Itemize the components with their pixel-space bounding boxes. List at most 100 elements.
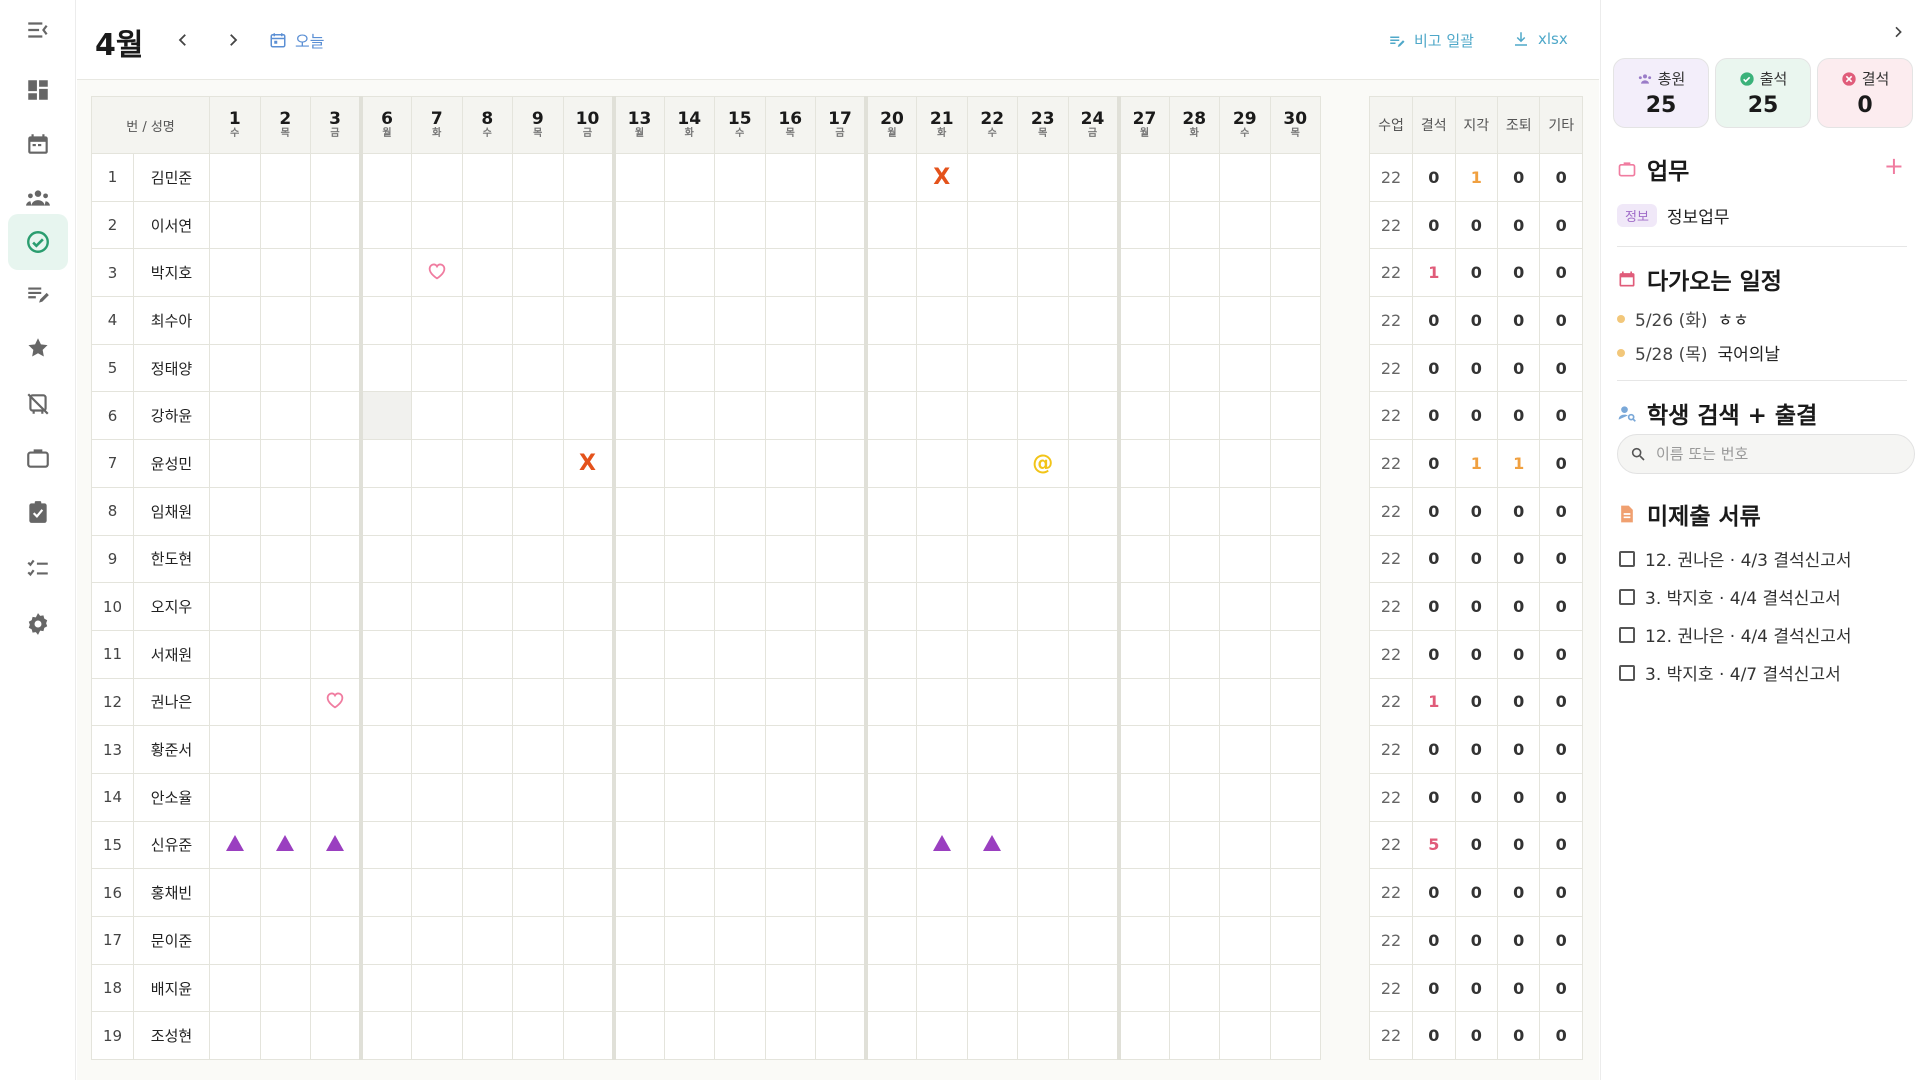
menu-collapse-button[interactable] xyxy=(8,2,68,58)
attendance-cell[interactable] xyxy=(1116,582,1170,631)
student-name[interactable]: 정태양 xyxy=(133,343,210,393)
attendance-cell[interactable] xyxy=(1116,343,1170,393)
attendance-cell[interactable] xyxy=(714,582,766,631)
attendance-cell[interactable] xyxy=(966,677,1018,727)
student-name[interactable]: 서재원 xyxy=(133,629,210,679)
attendance-cell[interactable] xyxy=(310,343,362,393)
attendance-cell[interactable] xyxy=(209,772,261,822)
day-header-23[interactable]: 23 목 xyxy=(1017,96,1069,154)
attendance-cell[interactable] xyxy=(1168,439,1220,488)
summary-card[interactable]: 총원 25 xyxy=(1613,58,1709,128)
attendance-cell[interactable] xyxy=(310,772,362,822)
attendance-cell[interactable] xyxy=(966,534,1018,584)
attendance-cell[interactable] xyxy=(1017,868,1069,917)
day-header-27[interactable]: 27 월 xyxy=(1116,96,1170,154)
attendance-cell[interactable] xyxy=(259,534,311,584)
attendance-cell[interactable] xyxy=(864,963,917,1013)
attendance-cell[interactable] xyxy=(864,296,917,345)
attendance-cell[interactable] xyxy=(359,296,412,345)
attendance-cell[interactable] xyxy=(259,820,311,870)
attendance-cell[interactable] xyxy=(310,153,362,202)
attendance-cell[interactable] xyxy=(916,629,968,679)
attendance-cell[interactable] xyxy=(562,296,614,345)
day-header-16[interactable]: 16 목 xyxy=(764,96,816,154)
attendance-cell[interactable] xyxy=(916,582,968,631)
attendance-cell[interactable] xyxy=(1017,820,1069,870)
attendance-cell[interactable] xyxy=(1269,1011,1321,1061)
attendance-cell[interactable] xyxy=(916,248,968,298)
attendance-cell[interactable] xyxy=(461,343,513,393)
attendance-cell[interactable] xyxy=(864,343,917,393)
day-header-15[interactable]: 15 수 xyxy=(714,96,766,154)
attendance-cell[interactable] xyxy=(259,296,311,345)
attendance-cell[interactable] xyxy=(562,916,614,965)
add-task-button[interactable]: + xyxy=(1884,152,1904,180)
attendance-cell[interactable] xyxy=(663,582,715,631)
missing-doc-item[interactable]: 3. 박지호 · 4/7 결석신고서 xyxy=(1619,660,1841,685)
day-header-28[interactable]: 28 화 xyxy=(1168,96,1220,154)
attendance-cell[interactable] xyxy=(764,153,816,202)
attendance-cell[interactable] xyxy=(714,677,766,727)
attendance-cell[interactable] xyxy=(461,916,513,965)
attendance-cell[interactable] xyxy=(663,296,715,345)
attendance-cell[interactable] xyxy=(1168,582,1220,631)
attendance-cell[interactable] xyxy=(562,582,614,631)
attendance-cell[interactable] xyxy=(512,772,564,822)
attendance-cell[interactable] xyxy=(611,391,665,441)
attendance-cell[interactable] xyxy=(1116,677,1170,727)
attendance-cell[interactable] xyxy=(310,916,362,965)
attendance-cell[interactable] xyxy=(864,534,917,584)
attendance-cell[interactable] xyxy=(512,248,564,298)
summary-card[interactable]: 결석 0 xyxy=(1817,58,1913,128)
day-header-24[interactable]: 24 금 xyxy=(1067,96,1119,154)
attendance-cell[interactable] xyxy=(611,677,665,727)
student-name[interactable]: 오지우 xyxy=(133,582,210,631)
attendance-cell[interactable] xyxy=(1219,1011,1271,1061)
attendance-cell[interactable] xyxy=(209,1011,261,1061)
attendance-cell[interactable] xyxy=(864,200,917,250)
attendance-cell[interactable] xyxy=(461,486,513,536)
attendance-cell[interactable] xyxy=(461,153,513,202)
attendance-cell[interactable] xyxy=(916,677,968,727)
attendance-cell[interactable]: @ xyxy=(1017,439,1069,488)
attendance-cell[interactable] xyxy=(815,534,867,584)
attendance-cell[interactable] xyxy=(1116,868,1170,917)
attendance-cell[interactable] xyxy=(1168,343,1220,393)
attendance-cell[interactable] xyxy=(864,677,917,727)
attendance-cell[interactable] xyxy=(562,534,614,584)
attendance-cell[interactable] xyxy=(1219,963,1271,1013)
day-header-20[interactable]: 20 월 xyxy=(864,96,917,154)
attendance-cell[interactable] xyxy=(864,439,917,488)
attendance-cell[interactable] xyxy=(259,391,311,441)
attendance-cell[interactable] xyxy=(1219,772,1271,822)
attendance-cell[interactable] xyxy=(411,391,463,441)
today-button[interactable]: 오늘 xyxy=(269,28,324,52)
attendance-cell[interactable] xyxy=(1067,916,1119,965)
attendance-cell[interactable] xyxy=(1067,963,1119,1013)
nav-checklist[interactable] xyxy=(8,540,68,596)
attendance-cell[interactable] xyxy=(562,343,614,393)
attendance-cell[interactable] xyxy=(562,200,614,250)
next-month-button[interactable] xyxy=(219,26,247,54)
attendance-cell[interactable] xyxy=(1219,486,1271,536)
attendance-cell[interactable] xyxy=(1116,534,1170,584)
attendance-cell[interactable] xyxy=(310,820,362,870)
attendance-cell[interactable] xyxy=(663,725,715,774)
attendance-cell[interactable] xyxy=(259,486,311,536)
attendance-cell[interactable] xyxy=(259,343,311,393)
attendance-cell[interactable] xyxy=(209,534,261,584)
attendance-cell[interactable] xyxy=(411,820,463,870)
attendance-cell[interactable] xyxy=(1219,153,1271,202)
attendance-cell[interactable] xyxy=(1219,677,1271,727)
attendance-cell[interactable] xyxy=(966,582,1018,631)
attendance-cell[interactable] xyxy=(916,868,968,917)
attendance-cell[interactable] xyxy=(1219,725,1271,774)
day-header-2[interactable]: 2 목 xyxy=(259,96,311,154)
attendance-cell[interactable] xyxy=(1017,772,1069,822)
attendance-cell[interactable] xyxy=(916,439,968,488)
attendance-cell[interactable] xyxy=(1168,296,1220,345)
attendance-cell[interactable] xyxy=(864,820,917,870)
attendance-cell[interactable] xyxy=(1219,391,1271,441)
day-header-3[interactable]: 3 금 xyxy=(310,96,362,154)
attendance-cell[interactable] xyxy=(764,296,816,345)
